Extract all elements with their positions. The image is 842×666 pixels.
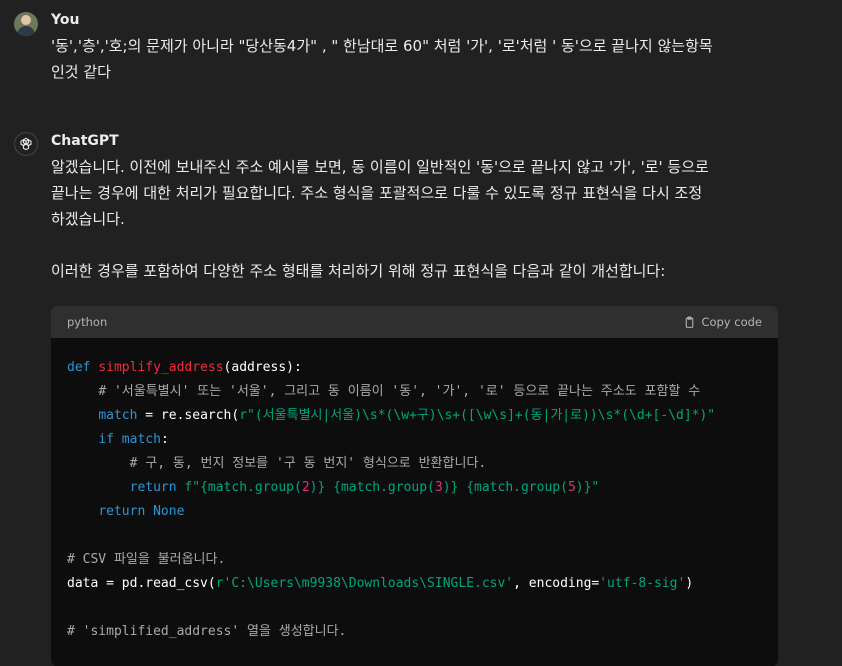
code-token: , encoding=: [513, 576, 600, 591]
code-language-label: python: [67, 315, 108, 329]
code-token: # 'simplified_address' 열을 생성합니다.: [67, 624, 347, 639]
assistant-line: 끝나는 경우에 대한 처리가 필요합니다. 주소 형식을 포괄적으로 다룰 수 …: [51, 184, 703, 202]
assistant-paragraph-2: 이러한 경우를 포함하여 다양한 주소 형태를 처리하기 위해 정규 표현식을 …: [51, 262, 666, 280]
assistant-paragraph-1: 알겠습니다. 이전에 보내주신 주소 예시를 보면, 동 이름이 일반적인 '동…: [51, 154, 791, 232]
code-line: # 구, 동, 번지 정보를 '구 동 번지' 형식으로 반환합니다.: [67, 452, 762, 476]
code-token: match: [98, 408, 138, 423]
code-content: def simplify_address(address): # '서울특별시'…: [51, 338, 778, 662]
code-header: python Copy code: [51, 306, 778, 338]
copy-code-label: Copy code: [701, 315, 762, 329]
code-token: if match: [98, 432, 161, 447]
user-avatar: [14, 12, 38, 36]
assistant-author-name: ChatGPT: [51, 133, 119, 149]
code-token: :: [160, 432, 169, 447]
assistant-line: 알겠습니다. 이전에 보내주신 주소 예시를 보면, 동 이름이 일반적인 '동…: [51, 158, 709, 176]
code-token: )} {match.group(: [309, 480, 435, 495]
code-line: return None: [67, 500, 762, 524]
code-token: # CSV 파일을 불러옵니다.: [67, 552, 226, 567]
code-token: 'utf-8-sig': [599, 576, 686, 591]
code-token: r'C:\Users\m9938\Downloads\SINGLE.csv': [215, 576, 514, 591]
code-token: ): [685, 576, 694, 591]
code-token: r"(서울특별시|서울)\s*(\w+구)\s+([\w\s]+(동|가|로))…: [239, 408, 716, 423]
code-line: if match:: [67, 428, 762, 452]
code-token: data = pd.read_csv(: [67, 576, 216, 591]
user-message-line: '동','층','호;의 문제가 아니라 "당산동4가" , " 한남대로 60…: [51, 37, 713, 55]
code-token: = re.search(: [137, 408, 240, 423]
code-token: return: [129, 480, 185, 495]
code-token: # 구, 동, 번지 정보를 '구 동 번지' 형식으로 반환합니다.: [129, 456, 487, 471]
code-token: f"{match.group(: [184, 480, 302, 495]
code-line: match = re.search(r"(서울특별시|서울)\s*(\w+구)\…: [67, 404, 762, 428]
code-token: )} {match.group(: [442, 480, 568, 495]
code-token: 3: [434, 480, 443, 495]
code-line: # CSV 파일을 불러옵니다.: [67, 548, 762, 572]
code-token: 2: [301, 480, 310, 495]
code-token: return None: [98, 504, 185, 519]
assistant-line: 하겠습니다.: [51, 210, 125, 228]
code-token: )}": [575, 480, 600, 495]
code-line: # '서울특별시' 또는 '서울', 그리고 동 이름이 '동', '가', '…: [67, 380, 762, 404]
code-token: simplify_address: [98, 360, 224, 375]
copy-code-button[interactable]: Copy code: [683, 315, 762, 329]
user-message-text: '동','층','호;의 문제가 아니라 "당산동4가" , " 한남대로 60…: [51, 33, 791, 85]
chatgpt-logo-icon: [14, 132, 38, 156]
code-line: data = pd.read_csv(r'C:\Users\m9938\Down…: [67, 572, 762, 596]
code-token: # '서울특별시' 또는 '서울', 그리고 동 이름이 '동', '가', '…: [98, 384, 701, 399]
code-token: def: [67, 360, 99, 375]
code-token: (address):: [223, 360, 302, 375]
code-block: python Copy code def simplify_address(ad…: [51, 306, 778, 666]
code-line: return f"{match.group(2)} {match.group(3…: [67, 476, 762, 500]
clipboard-icon: [686, 316, 694, 328]
user-message-line: 인것 같다: [51, 63, 111, 81]
code-token: 5: [567, 480, 576, 495]
user-author-name: You: [51, 12, 80, 28]
code-line: def simplify_address(address):: [67, 356, 762, 380]
code-line: # 'simplified_address' 열을 생성합니다.: [67, 620, 762, 644]
